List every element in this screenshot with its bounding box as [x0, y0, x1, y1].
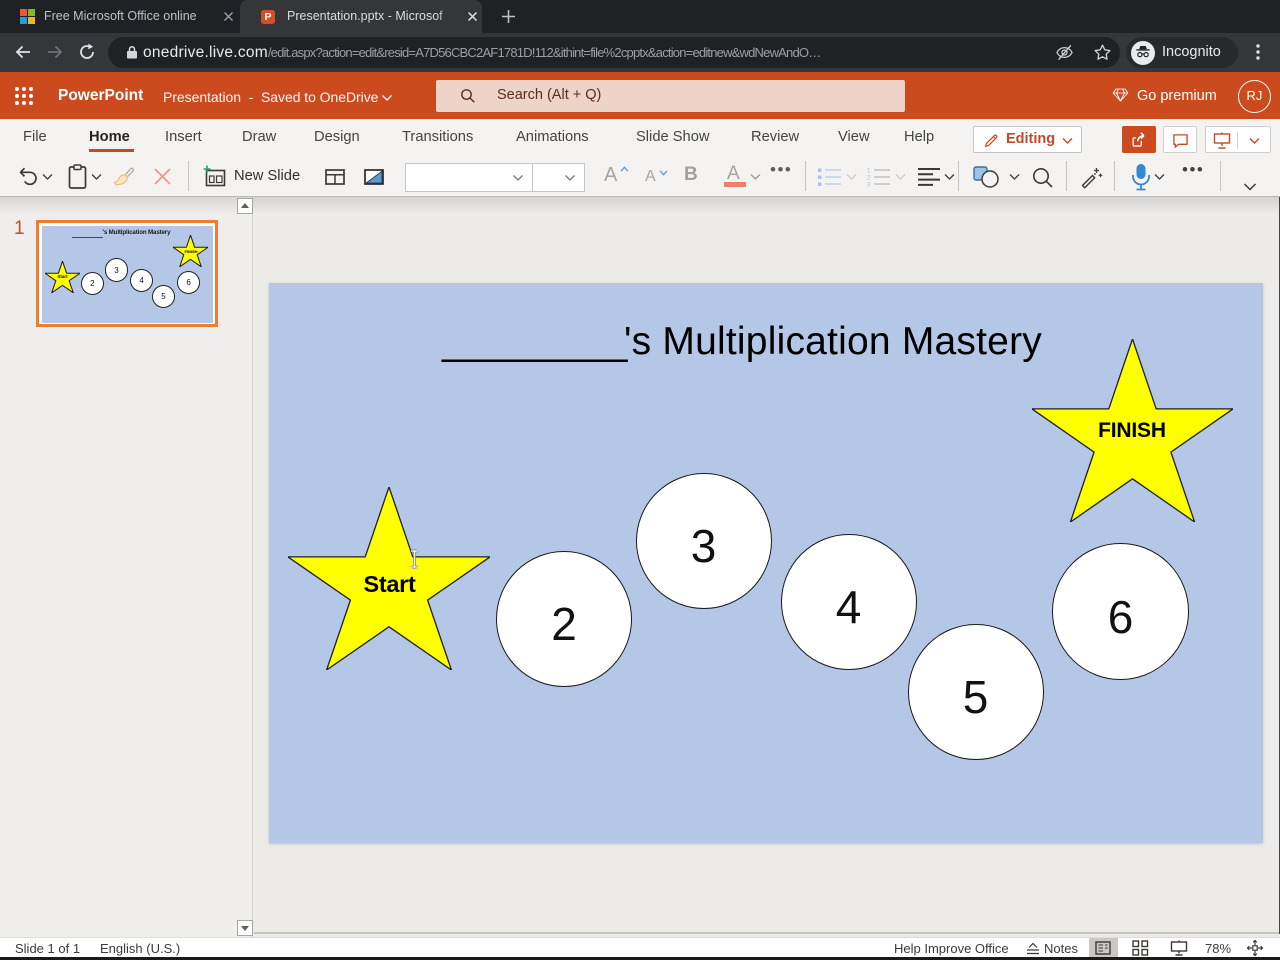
svg-text:1: 1 — [867, 169, 871, 175]
svg-text:3: 3 — [867, 183, 871, 188]
svg-text:2: 2 — [867, 176, 871, 182]
